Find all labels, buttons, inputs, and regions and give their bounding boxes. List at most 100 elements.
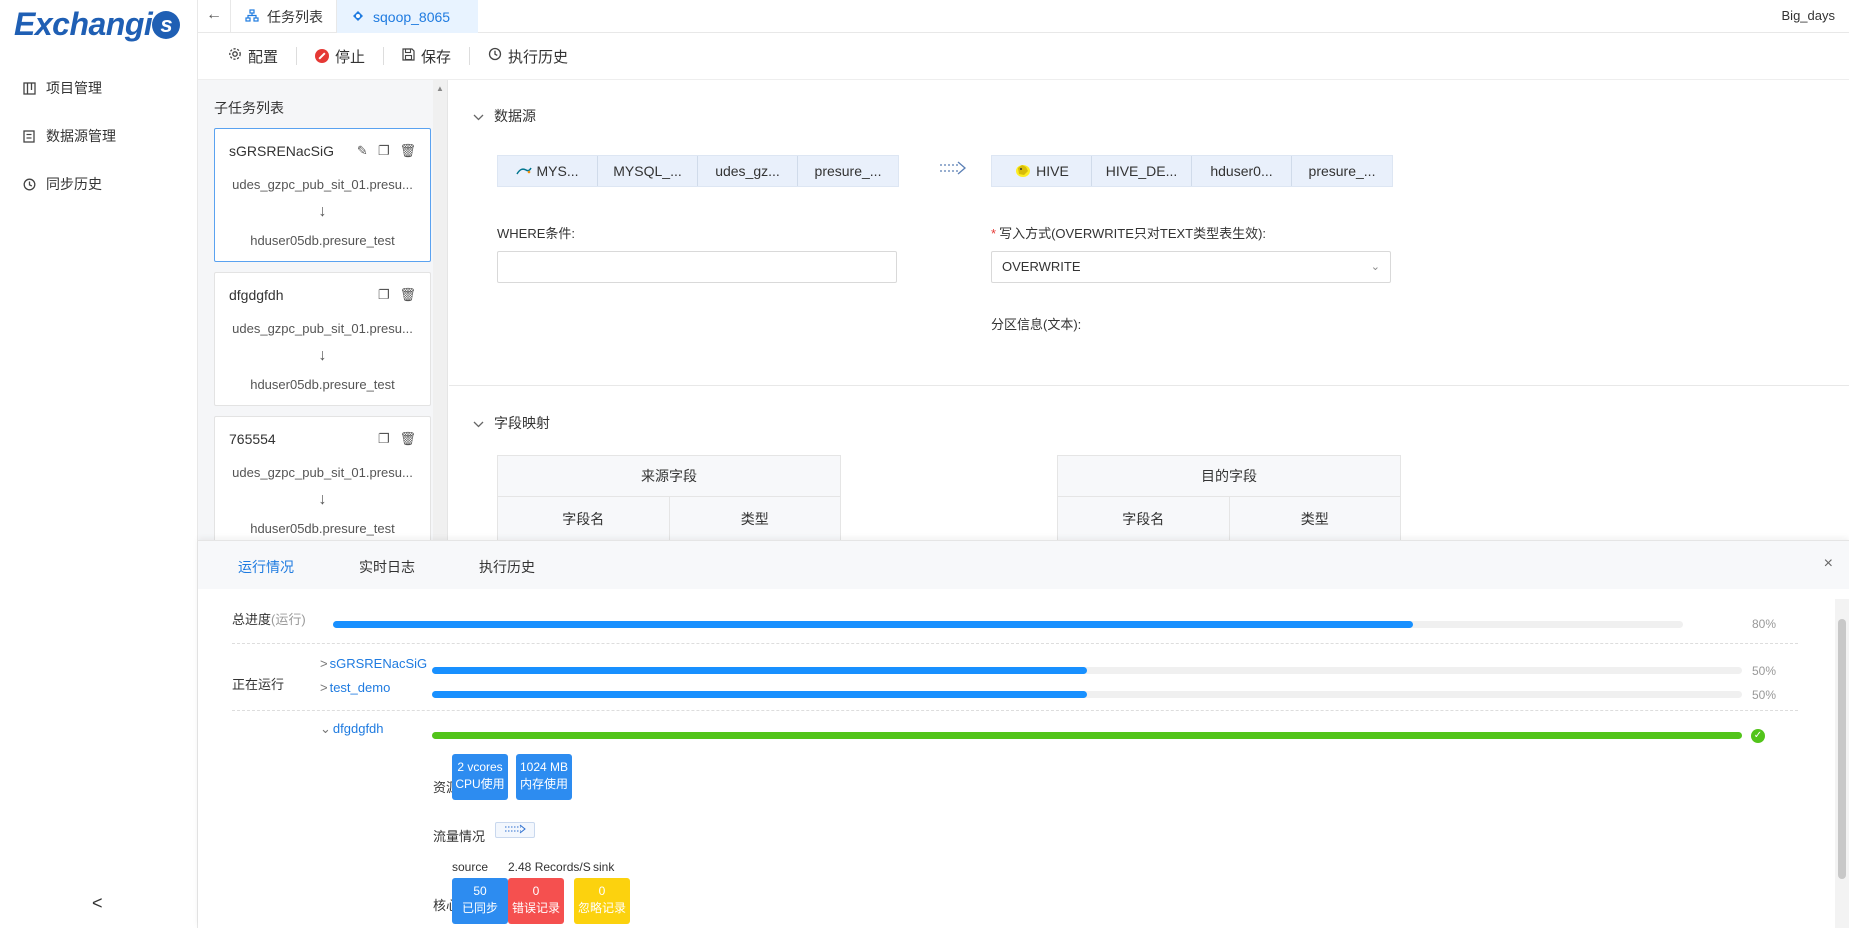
flow-arrow-icon <box>495 822 535 838</box>
app-logo[interactable]: Exchangi s <box>14 6 181 43</box>
run-status-scrollbar[interactable] <box>1835 599 1849 928</box>
tab-task-list[interactable]: 任务列表 <box>230 0 337 33</box>
error-records-label: 错误记录 <box>511 901 560 915</box>
where-input[interactable] <box>497 251 897 283</box>
write-mode-label-text: 写入方式(OVERWRITE只对TEXT类型表生效): <box>999 226 1267 241</box>
hive-icon <box>1014 162 1032 181</box>
required-mark: * <box>991 226 997 241</box>
tab-sqoop[interactable]: sqoop_8065 <box>336 0 478 33</box>
source-type-label: MYS... <box>536 163 579 179</box>
config-button[interactable]: 配置 <box>228 47 298 66</box>
delete-icon[interactable]: 🗑 <box>399 287 416 303</box>
stop-label: 停止 <box>335 48 366 66</box>
running-job-link[interactable]: > test_demo <box>320 680 390 695</box>
close-icon[interactable]: × <box>1824 555 1833 573</box>
edit-icon[interactable]: ✎ <box>357 143 368 159</box>
target-datasource-selector[interactable]: HIVE HIVE_DE... hduser0... presure_... <box>991 155 1393 187</box>
tab-label: 任务列表 <box>267 8 323 25</box>
target-datasource-cell[interactable]: HIVE_DE... <box>1092 156 1192 186</box>
source-datasource-selector[interactable]: MYS... MYSQL_... udes_gz... presure_... <box>497 155 899 187</box>
table-header-row: 字段名 类型 <box>498 497 840 541</box>
source-type-cell[interactable]: MYS... <box>498 156 598 186</box>
target-database-cell[interactable]: hduser0... <box>1192 156 1292 186</box>
column-header-type: 类型 <box>740 511 769 527</box>
metric-rate-label: 2.48 Records/S <box>508 860 591 874</box>
datasource-icon <box>22 129 36 143</box>
ignored-records-value: 0 <box>598 884 606 898</box>
chevron-down-icon: ⌄ <box>320 721 331 736</box>
job-name: sGRSRENacSiG <box>329 656 428 671</box>
subtask-card[interactable]: dfgdgfdh ❐ 🗑 udes_gzpc_pub_sit_01.presu.… <box>214 272 431 406</box>
back-arrow-icon[interactable]: ← <box>206 6 222 24</box>
total-progress-status: (运行) <box>271 612 306 627</box>
ignored-records-tile: 0 忽略记录 <box>574 878 630 924</box>
chevron-down-icon: ⌄ <box>1370 261 1380 273</box>
subtask-dest: hduser05db.presure_test <box>250 521 395 536</box>
execution-history-button[interactable]: 执行历史 <box>470 47 586 66</box>
scrollbar-thumb[interactable] <box>1838 619 1846 879</box>
collapse-sidebar-button[interactable]: < <box>92 893 103 914</box>
stop-button[interactable]: 停止 <box>297 47 385 66</box>
toolbar: 配置 停止 保存 执行历史 <box>198 33 1849 80</box>
chevron-right-icon: > <box>320 680 328 695</box>
subtask-name: 765554 <box>229 431 276 447</box>
source-datasource-cell[interactable]: MYSQL_... <box>598 156 698 186</box>
sidebar-item-datasources[interactable]: 数据源管理 <box>22 126 116 146</box>
target-type-cell[interactable]: HIVE <box>992 156 1092 186</box>
column-header-name: 字段名 <box>1058 497 1230 541</box>
completed-job-link[interactable]: ⌄ dfgdgfdh <box>320 721 384 737</box>
sidebar-item-label: 同步历史 <box>46 176 102 192</box>
field-mapping-section-header[interactable]: 字段映射 <box>473 413 550 433</box>
source-fields-table: 来源字段 字段名 类型 <box>497 455 841 542</box>
logo-s-mark: s <box>152 11 181 39</box>
running-label: 正在运行 <box>232 677 285 692</box>
ignored-records-label: 忽略记录 <box>577 901 626 915</box>
traffic-label: 流量情况 <box>433 829 486 844</box>
memory-usage-label: 内存使用 <box>519 777 568 791</box>
tab-realtime-log[interactable]: 实时日志 <box>359 557 415 577</box>
subtask-scrollbar[interactable]: ▲ <box>433 80 447 540</box>
sidebar-item-projects[interactable]: 项目管理 <box>22 78 102 98</box>
total-progress-bar <box>333 621 1683 628</box>
datasource-section-header[interactable]: 数据源 <box>473 106 536 126</box>
tab-execution-history[interactable]: 执行历史 <box>479 557 535 577</box>
source-table-cell[interactable]: presure_... <box>798 156 898 186</box>
running-job-link[interactable]: > sGRSRENacSiG <box>320 656 427 671</box>
target-table-cell[interactable]: presure_... <box>1292 156 1392 186</box>
config-label: 配置 <box>248 48 279 66</box>
delete-icon[interactable]: 🗑 <box>399 431 416 447</box>
run-status-tabs: 运行情况 实时日志 执行历史 × <box>198 541 1849 589</box>
datasource-title: 数据源 <box>494 108 536 124</box>
memory-usage-tile: 1024 MB 内存使用 <box>516 754 572 800</box>
sidebar-item-label: 项目管理 <box>46 80 102 96</box>
clock-icon <box>488 47 502 65</box>
write-mode-select[interactable]: OVERWRITE ⌄ <box>991 251 1391 283</box>
source-database-cell[interactable]: udes_gz... <box>698 156 798 186</box>
user-name[interactable]: Big_days <box>1782 8 1835 23</box>
sitemap-icon <box>245 8 259 25</box>
save-button[interactable]: 保存 <box>384 47 471 66</box>
copy-icon[interactable]: ❐ <box>378 143 390 159</box>
scroll-up-icon[interactable]: ▲ <box>436 84 444 93</box>
copy-icon[interactable]: ❐ <box>378 287 390 303</box>
sidebar-item-sync-history[interactable]: 同步历史 <box>22 174 102 194</box>
column-header-type: 类型 <box>1300 511 1329 527</box>
arrow-down-icon: ↓ <box>318 347 327 364</box>
subtask-panel: 子任务列表 sGRSRENacSiG ✎ ❐ 🗑 udes_gzpc_pub_s… <box>198 80 448 540</box>
subtask-card[interactable]: 765554 ❐ 🗑 udes_gzpc_pub_sit_01.presu...… <box>214 416 431 540</box>
copy-icon[interactable]: ❐ <box>378 431 390 447</box>
job-progress-fill <box>432 667 1087 674</box>
divider <box>232 643 1798 644</box>
subtask-card[interactable]: sGRSRENacSiG ✎ ❐ 🗑 udes_gzpc_pub_sit_01.… <box>214 128 431 262</box>
job-progress-percent: 50% <box>1752 688 1777 702</box>
total-progress-fill <box>333 621 1413 628</box>
target-type-label: HIVE <box>1036 163 1069 179</box>
subtask-name: sGRSRENacSiG <box>229 143 335 159</box>
arrow-down-icon: ↓ <box>318 491 327 508</box>
tab-run-status[interactable]: 运行情况 <box>238 557 294 577</box>
source-fields-title: 来源字段 <box>498 456 840 497</box>
tab-bar: ← 任务列表 sqoop_8065 Big_days <box>198 0 1849 33</box>
delete-icon[interactable]: 🗑 <box>399 143 416 159</box>
subtask-source: udes_gzpc_pub_sit_01.presu... <box>232 177 413 192</box>
subtask-source: udes_gzpc_pub_sit_01.presu... <box>232 465 413 480</box>
